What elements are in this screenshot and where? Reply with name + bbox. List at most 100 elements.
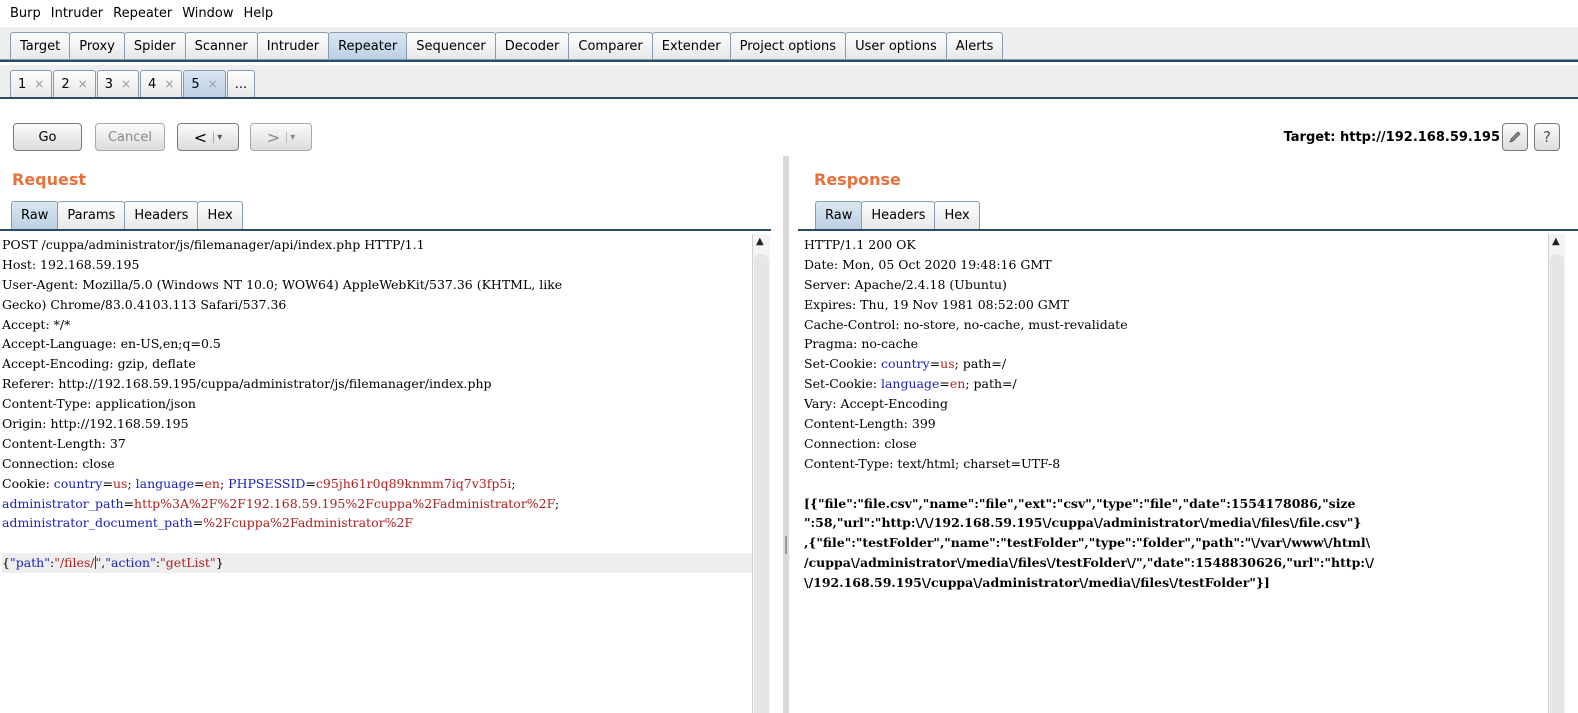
repeater-tab-bar: 1 × 2 × 3 × 4 × 5 × ... [0, 65, 1578, 99]
set-cookie-line: Set-Cookie: country=us; path=/ [804, 356, 1007, 372]
response-body-line: ,{"file":"testFolder","name":"testFolder… [804, 535, 1371, 551]
help-icon: ? [1543, 128, 1551, 146]
response-tab-headers[interactable]: Headers [861, 201, 936, 229]
request-scrollbar[interactable]: ▲ [752, 234, 770, 713]
request-title: Request [12, 170, 87, 189]
pane-splitter[interactable] [783, 156, 789, 713]
forward-button[interactable]: > ▾ [250, 123, 312, 151]
scrollbar-track[interactable] [754, 254, 769, 713]
target-label: Target: http://192.168.59.195 [1283, 130, 1500, 145]
request-tab-headers[interactable]: Headers [124, 201, 199, 229]
tab-comparer[interactable]: Comparer [568, 32, 653, 59]
response-line: Connection: close [804, 435, 917, 451]
response-line: Pragma: no-cache [804, 336, 919, 352]
menu-repeater[interactable]: Repeater [108, 6, 177, 21]
request-line: Accept-Encoding: gzip, deflate [2, 356, 196, 372]
request-line: Referer: http://192.168.59.195/cuppa/adm… [2, 376, 492, 392]
request-body-line: {"path":"/files/","action":"getList"} [2, 553, 752, 574]
tab-extender[interactable]: Extender [651, 32, 731, 59]
menu-burp[interactable]: Burp [5, 6, 46, 21]
cookie-line: Cookie: country=us; language=en; PHPSESS… [2, 475, 516, 491]
repeater-tab-3[interactable]: 3 × [96, 70, 140, 97]
close-icon[interactable]: × [78, 77, 88, 91]
tab-project-options[interactable]: Project options [729, 32, 847, 59]
repeater-tab-2[interactable]: 2 × [53, 70, 96, 97]
response-title: Response [814, 170, 901, 189]
menu-bar: Burp Intruder Repeater Window Help [0, 0, 1578, 26]
response-scrollbar[interactable]: ▲ [1548, 234, 1565, 713]
repeater-tab-label: 4 [148, 76, 157, 92]
edit-target-button[interactable] [1502, 123, 1528, 151]
request-line: Host: 192.168.59.195 [2, 256, 140, 272]
request-editor[interactable]: POST /cuppa/administrator/js/filemanager… [2, 235, 752, 713]
response-editor[interactable]: HTTP/1.1 200 OK Date: Mon, 05 Oct 2020 1… [804, 235, 1546, 713]
response-line: Content-Length: 399 [804, 416, 936, 432]
request-line: POST /cuppa/administrator/js/filemanager… [2, 237, 425, 252]
cookie-line: administrator_document_path=%2Fcuppa%2Fa… [2, 515, 414, 531]
repeater-tab-label: 2 [61, 76, 70, 92]
response-body: [{"file":"file.csv","name":"file","ext":… [804, 494, 1546, 593]
tab-repeater[interactable]: Repeater [328, 32, 408, 59]
request-tab-params[interactable]: Params [57, 201, 126, 229]
chevron-down-icon: ▾ [213, 131, 222, 143]
repeater-tab-5[interactable]: 5 × [183, 70, 226, 97]
close-icon[interactable]: × [164, 77, 174, 91]
tab-alerts[interactable]: Alerts [945, 32, 1004, 59]
pencil-icon [1509, 131, 1521, 143]
close-icon[interactable]: × [34, 77, 44, 91]
repeater-tab-1[interactable]: 1 × [10, 70, 53, 97]
back-button[interactable]: < ▾ [177, 123, 239, 151]
response-tab-raw[interactable]: Raw [815, 201, 863, 229]
tab-sequencer[interactable]: Sequencer [406, 32, 496, 59]
request-line: User-Agent: Mozilla/5.0 (Windows NT 10.0… [2, 276, 563, 292]
go-button[interactable]: Go [13, 123, 82, 151]
back-arrow-icon: < [193, 127, 208, 147]
close-icon[interactable]: × [208, 77, 218, 91]
repeater-tab-label: 3 [104, 76, 113, 92]
scroll-up-icon[interactable]: ▲ [756, 236, 764, 247]
repeater-tab-label: 1 [18, 76, 27, 92]
cancel-button[interactable]: Cancel [95, 123, 165, 151]
tab-intruder[interactable]: Intruder [256, 32, 330, 59]
response-body-line: [{"file":"file.csv","name":"file","ext":… [804, 495, 1356, 511]
scrollbar-track[interactable] [1550, 254, 1564, 713]
response-line: Cache-Control: no-store, no-cache, must-… [804, 316, 1128, 332]
tab-user-options[interactable]: User options [845, 32, 947, 59]
request-tab-raw[interactable]: Raw [11, 201, 59, 229]
request-line: Origin: http://192.168.59.195 [2, 416, 189, 432]
response-line: HTTP/1.1 200 OK [804, 237, 916, 252]
main-tab-bar: Target Proxy Spider Scanner Intruder Rep… [0, 27, 1578, 62]
response-line: Date: Mon, 05 Oct 2020 19:48:16 GMT [804, 256, 1052, 272]
tab-proxy[interactable]: Proxy [69, 32, 125, 59]
request-tab-underline [0, 229, 771, 231]
new-tab-button[interactable]: ... [226, 70, 256, 97]
request-line: Gecko) Chrome/83.0.4103.113 Safari/537.3… [2, 296, 287, 312]
response-tab-underline [798, 229, 1578, 231]
help-button[interactable]: ? [1534, 123, 1560, 151]
tab-spider[interactable]: Spider [123, 32, 186, 59]
request-line: Content-Type: application/json [2, 396, 196, 412]
menu-intruder[interactable]: Intruder [46, 6, 108, 21]
close-icon[interactable]: × [121, 77, 131, 91]
forward-arrow-icon: > [266, 127, 281, 147]
menu-help[interactable]: Help [239, 6, 279, 21]
scroll-up-icon[interactable]: ▲ [1552, 236, 1560, 247]
request-tab-hex[interactable]: Hex [197, 201, 243, 229]
response-tabs: Raw Headers Hex [815, 201, 980, 229]
repeater-tab-label: 5 [191, 76, 200, 92]
response-body-line: /cuppa\/administrator\/media\/files\/tes… [804, 555, 1375, 571]
menu-window[interactable]: Window [177, 6, 238, 21]
tab-decoder[interactable]: Decoder [494, 32, 570, 59]
request-line: Accept-Language: en-US,en;q=0.5 [2, 336, 221, 352]
response-line: Expires: Thu, 19 Nov 1981 08:52:00 GMT [804, 296, 1069, 312]
cookie-line: administrator_path=http%3A%2F%2F192.168.… [2, 495, 560, 511]
repeater-tab-4[interactable]: 4 × [140, 70, 183, 97]
response-tab-hex[interactable]: Hex [934, 201, 980, 229]
response-body-line: \/192.168.59.195\/cuppa\/administrator\/… [804, 575, 1270, 591]
tab-scanner[interactable]: Scanner [184, 32, 258, 59]
tab-target[interactable]: Target [10, 32, 71, 59]
response-body-line: ":58,"url":"http:\/\/192.168.59.195\/cup… [804, 515, 1362, 531]
request-line: Connection: close [2, 455, 115, 471]
